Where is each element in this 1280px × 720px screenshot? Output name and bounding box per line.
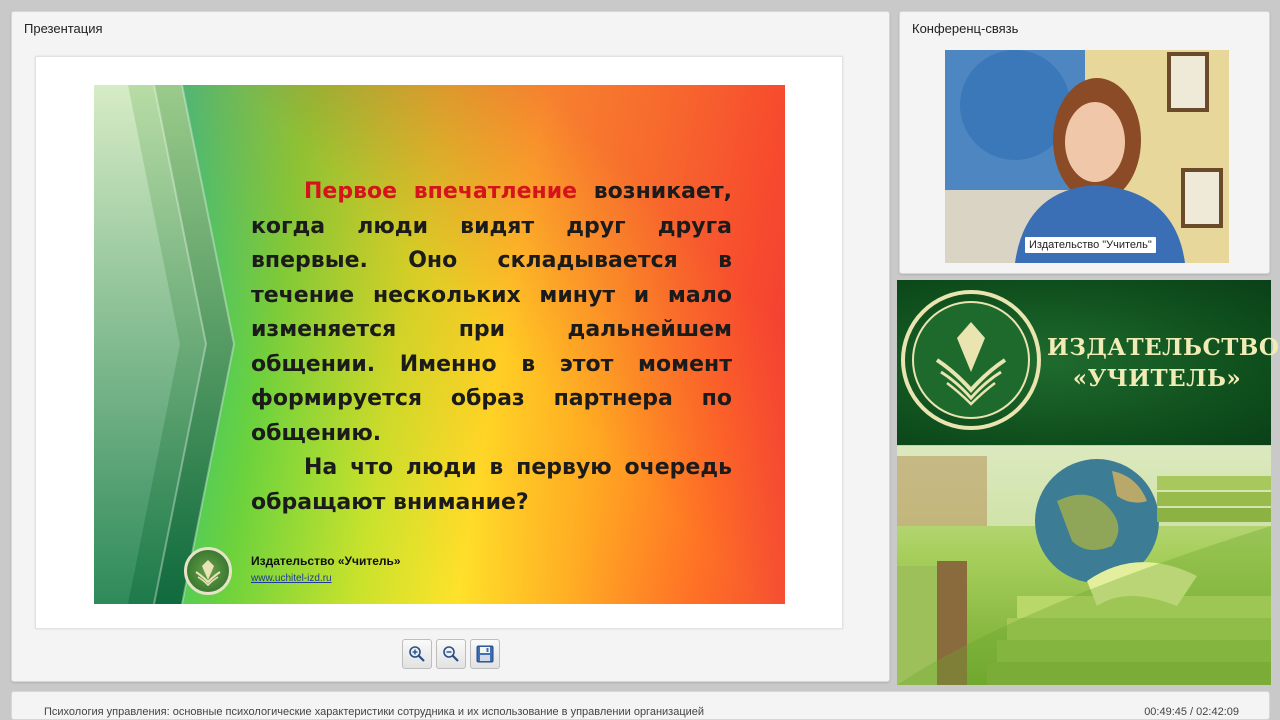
slide-publisher-name: Издательство «Учитель» — [251, 554, 401, 568]
brand-banner: ИЗДАТЕЛЬСТВО «УЧИТЕЛЬ» — [897, 280, 1280, 445]
slide-text-highlight: Первое впечатление — [304, 179, 578, 204]
zoom-in-icon — [409, 646, 425, 662]
webinar-title: Психология управления: основные психолог… — [44, 706, 705, 718]
books-illustration — [897, 446, 1271, 685]
zoom-out-button[interactable] — [436, 639, 466, 669]
slide-publisher-url[interactable]: www.uchitel-izd.ru — [251, 573, 332, 584]
slide-text-paragraph-2: На что люди в первую очередь обращают вн… — [251, 455, 732, 515]
video-caption: Издательство "Учитель" — [1025, 237, 1156, 253]
slide-text: Первое впечатление возникает, когда люди… — [251, 175, 732, 520]
playback-time: 00:49:45 / 02:42:09 — [1144, 706, 1239, 718]
presentation-panel-title: Презентация — [24, 21, 103, 36]
slide: Первое впечатление возникает, когда люди… — [94, 85, 785, 604]
zoom-out-icon — [443, 646, 459, 662]
slide-chevron-decoration — [94, 85, 236, 604]
video-frame — [945, 50, 1229, 263]
brand-name-line-2: «УЧИТЕЛЬ» — [1072, 365, 1242, 392]
slide-publisher-logo — [184, 547, 232, 595]
presentation-panel: Презентация Первое впечатление возникает… — [11, 11, 890, 682]
conference-video[interactable]: Издательство "Учитель" — [945, 50, 1229, 263]
slide-frame: Первое впечатление возникает, когда люди… — [35, 56, 843, 629]
publisher-logo-icon — [901, 290, 1041, 430]
brand-name-line-1: ИЗДАТЕЛЬСТВО — [1047, 334, 1280, 361]
slide-text-paragraph-1: возникает, когда люди видят друг друга в… — [251, 179, 733, 446]
zoom-in-button[interactable] — [402, 639, 432, 669]
book-leaf-logo-icon — [195, 560, 221, 587]
brand-name: ИЗДАТЕЛЬСТВО «УЧИТЕЛЬ» — [1047, 332, 1280, 394]
floppy-disk-icon — [476, 645, 494, 663]
conference-panel-title: Конференц-связь — [912, 21, 1019, 36]
footer-bar: Психология управления: основные психолог… — [11, 691, 1270, 720]
conference-panel: Конференц-связь Издательство "Учитель" — [899, 11, 1270, 274]
save-slide-button[interactable] — [470, 639, 500, 669]
books-globe-image — [897, 446, 1271, 685]
